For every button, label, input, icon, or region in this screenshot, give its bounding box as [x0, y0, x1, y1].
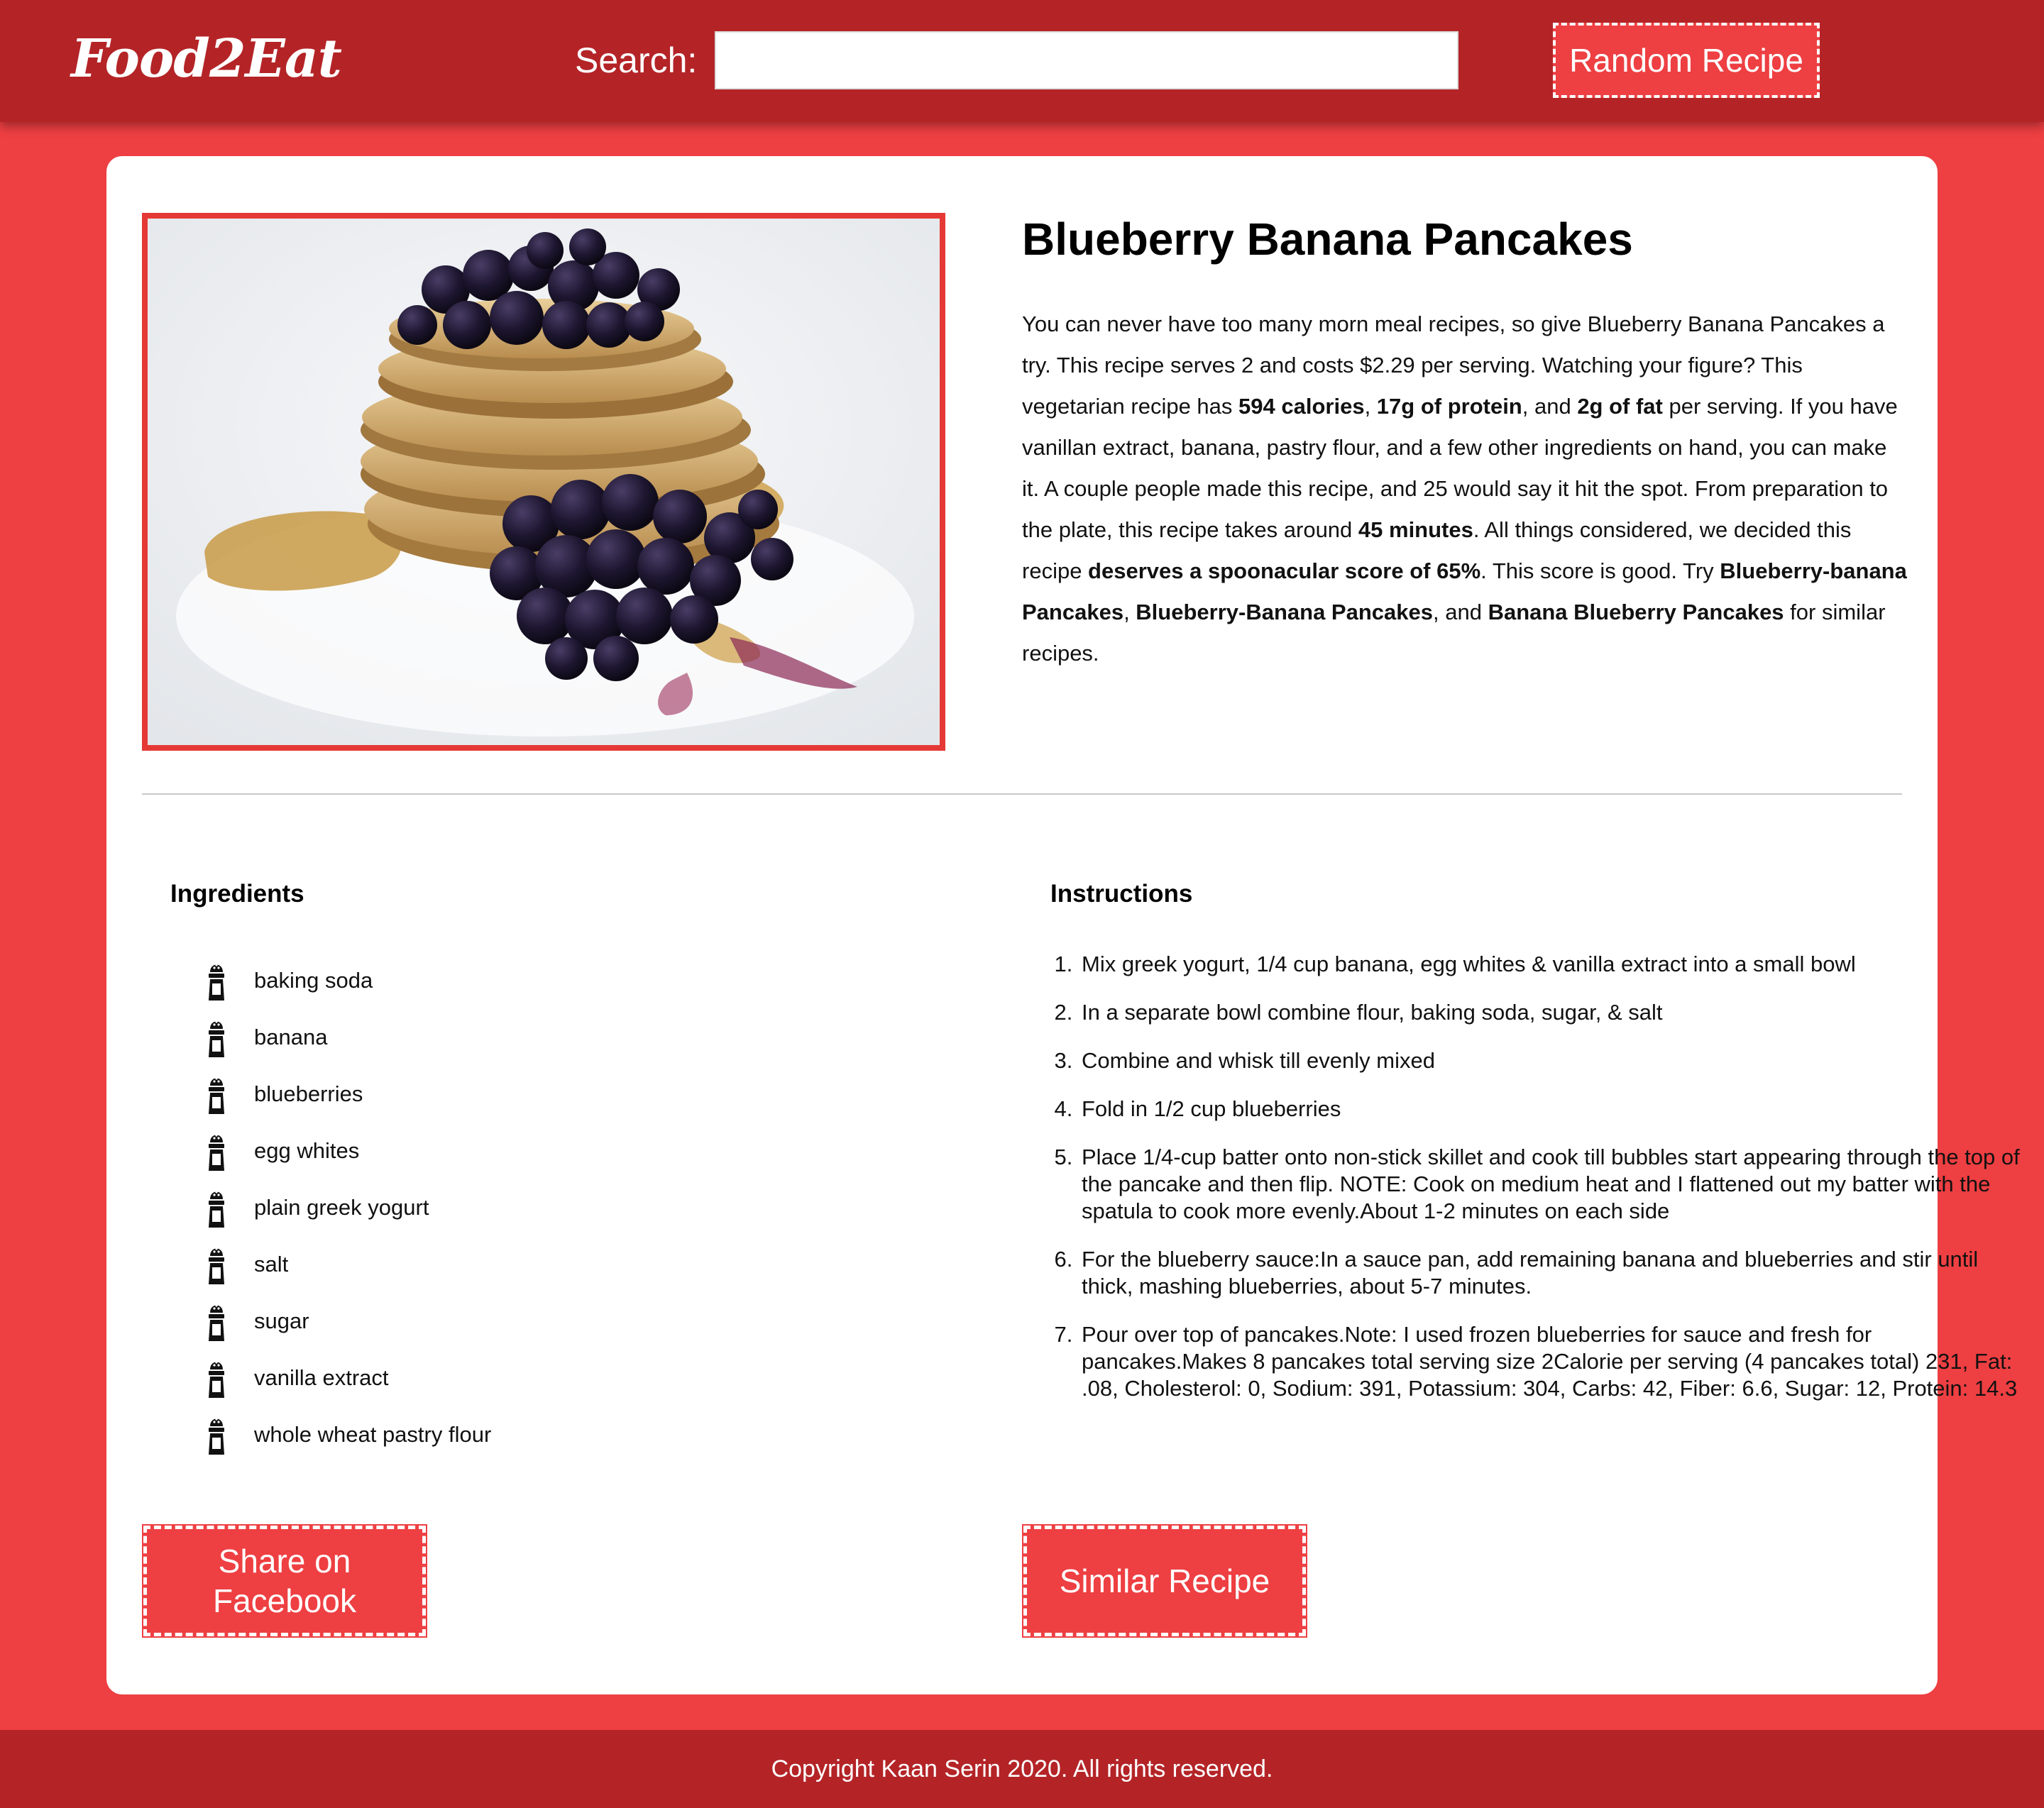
summary-time: 45 minutes — [1358, 517, 1473, 542]
instruction-step: Fold in 1/2 cup blueberries — [1079, 1096, 2030, 1123]
salt-shaker-icon — [206, 1242, 227, 1287]
recipe-summary: You can never have too many morn meal re… — [1022, 304, 1909, 674]
similar-recipe-link[interactable]: Banana Blueberry Pancakes — [1488, 600, 1784, 624]
summary-fat: 2g of fat — [1577, 394, 1663, 419]
ingredient-name: salt — [254, 1252, 289, 1277]
instruction-step: Combine and whisk till evenly mixed — [1079, 1047, 2030, 1074]
summary-text: , and — [1522, 394, 1578, 419]
ingredient-item: vanilla extract — [206, 1350, 491, 1406]
salt-shaker-icon — [206, 1355, 227, 1401]
ingredient-name: vanilla extract — [254, 1365, 389, 1390]
ingredient-name: whole wheat pastry flour — [254, 1422, 492, 1447]
summary-text: , — [1123, 600, 1136, 624]
ingredient-name: blueberries — [254, 1081, 363, 1106]
summary-protein: 17g of protein — [1376, 394, 1522, 419]
ingredients-heading: Ingredients — [170, 880, 304, 908]
summary-text: , and — [1433, 600, 1488, 624]
summary-text: . This score is good. Try — [1480, 558, 1720, 583]
instructions-heading: Instructions — [1050, 880, 1193, 908]
search-label: Search: — [575, 40, 698, 80]
ingredient-item: baking soda — [206, 952, 491, 1009]
recipe-card: Blueberry Banana Pancakes You can never … — [106, 156, 2020, 1694]
instruction-step: For the blueberry sauce:In a sauce pan, … — [1079, 1246, 2030, 1300]
ingredient-name: plain greek yogurt — [254, 1195, 429, 1220]
salt-shaker-icon — [206, 1071, 227, 1117]
search-input[interactable] — [715, 31, 1458, 89]
summary-calories: 594 calories — [1238, 394, 1365, 419]
site-logo[interactable]: Food2Eat — [71, 28, 342, 89]
instructions-list: Mix greek yogurt, 1/4 cup banana, egg wh… — [1050, 951, 2030, 1423]
salt-shaker-icon — [206, 1412, 227, 1457]
similar-recipe-button[interactable]: Similar Recipe — [1022, 1524, 1307, 1638]
ingredient-name: banana — [254, 1025, 328, 1049]
ingredient-item: whole wheat pastry flour — [206, 1406, 491, 1463]
recipe-title: Blueberry Banana Pancakes — [1022, 214, 1633, 265]
ingredient-item: egg whites — [206, 1123, 491, 1179]
salt-shaker-icon — [206, 1299, 227, 1344]
ingredient-item: sugar — [206, 1293, 491, 1350]
similar-recipe-link[interactable]: Blueberry-Banana Pancakes — [1136, 600, 1433, 624]
site-footer: Copyright Kaan Serin 2020. All rights re… — [0, 1730, 2044, 1808]
share-facebook-button[interactable]: Share on Facebook — [142, 1524, 427, 1638]
ingredient-name: egg whites — [254, 1138, 360, 1163]
salt-shaker-icon — [206, 1128, 227, 1174]
summary-score: deserves a spoonacular score of 65% — [1088, 558, 1481, 583]
ingredient-item: plain greek yogurt — [206, 1179, 491, 1236]
salt-shaker-icon — [206, 1015, 227, 1060]
recipe-photo — [142, 213, 945, 751]
instruction-step: Pour over top of pancakes.Note: I used f… — [1079, 1321, 2030, 1402]
random-recipe-button[interactable]: Random Recipe — [1553, 23, 1820, 98]
ingredient-name: sugar — [254, 1308, 309, 1333]
salt-shaker-icon — [206, 958, 227, 1003]
ingredient-name: baking soda — [254, 968, 373, 993]
ingredient-item: banana — [206, 1009, 491, 1066]
site-header: Food2Eat Search: Random Recipe — [0, 0, 2044, 122]
copyright-text: Copyright Kaan Serin 2020. All rights re… — [771, 1755, 1273, 1782]
salt-shaker-icon — [206, 1185, 227, 1230]
instruction-step: Mix greek yogurt, 1/4 cup banana, egg wh… — [1079, 951, 2030, 978]
instruction-step: In a separate bowl combine flour, baking… — [1079, 999, 2030, 1026]
instruction-step: Place 1/4-cup batter onto non-stick skil… — [1079, 1144, 2030, 1225]
ingredient-item: salt — [206, 1236, 491, 1293]
ingredient-item: blueberries — [206, 1066, 491, 1123]
section-divider — [142, 793, 1902, 795]
summary-text: , — [1364, 394, 1377, 419]
ingredients-list: baking soda banana blueberries egg whites pl… — [206, 952, 491, 1463]
